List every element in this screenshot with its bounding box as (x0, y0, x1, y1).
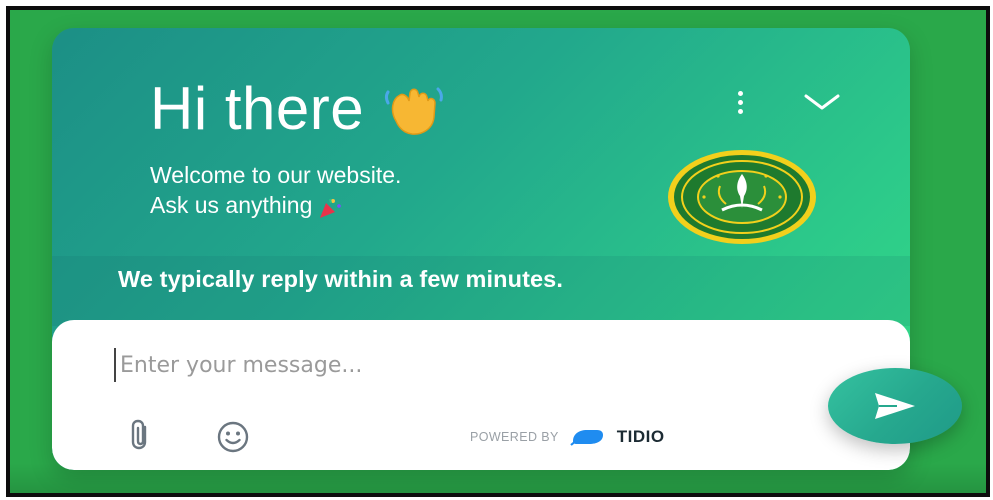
welcome-message: Welcome to our website. Ask us anything (150, 160, 401, 220)
chat-widget: Hi there Welcome to our website. Ask us … (52, 28, 910, 470)
powered-by-label: POWERED BY (470, 430, 559, 444)
tidio-brand: TIDIO (616, 427, 665, 446)
emoji-button[interactable] (216, 420, 250, 454)
more-vertical-icon-dot (737, 108, 743, 114)
smiley-icon (217, 421, 249, 453)
welcome-line-2-text: Ask us anything (150, 192, 313, 218)
send-message-button[interactable] (828, 368, 962, 444)
message-input[interactable] (114, 348, 720, 382)
greeting-text: Hi there (150, 75, 365, 142)
greeting-heading: Hi there (150, 74, 444, 143)
organization-logo (666, 148, 818, 246)
party-popper-icon (318, 196, 342, 218)
reply-time-text: We typically reply within a few minutes. (118, 266, 563, 292)
collapse-chat-button[interactable] (802, 88, 842, 116)
more-vertical-icon (737, 90, 743, 96)
chevron-down-icon (804, 94, 840, 110)
waving-hand-icon (382, 81, 444, 137)
tidio-logo-icon (570, 430, 603, 446)
attach-file-button[interactable] (128, 418, 154, 452)
paperclip-icon (131, 419, 147, 450)
more-options-button[interactable] (728, 88, 752, 116)
send-icon (875, 393, 915, 419)
welcome-line-2: Ask us anything (150, 190, 401, 220)
welcome-line-1: Welcome to our website. (150, 162, 402, 188)
more-vertical-icon-dot (737, 99, 743, 105)
message-composer: POWERED BY TIDIO (52, 320, 910, 470)
screenshot-frame: Hi there Welcome to our website. Ask us … (6, 6, 990, 497)
powered-by-link[interactable]: POWERED BY TIDIO (470, 427, 665, 447)
